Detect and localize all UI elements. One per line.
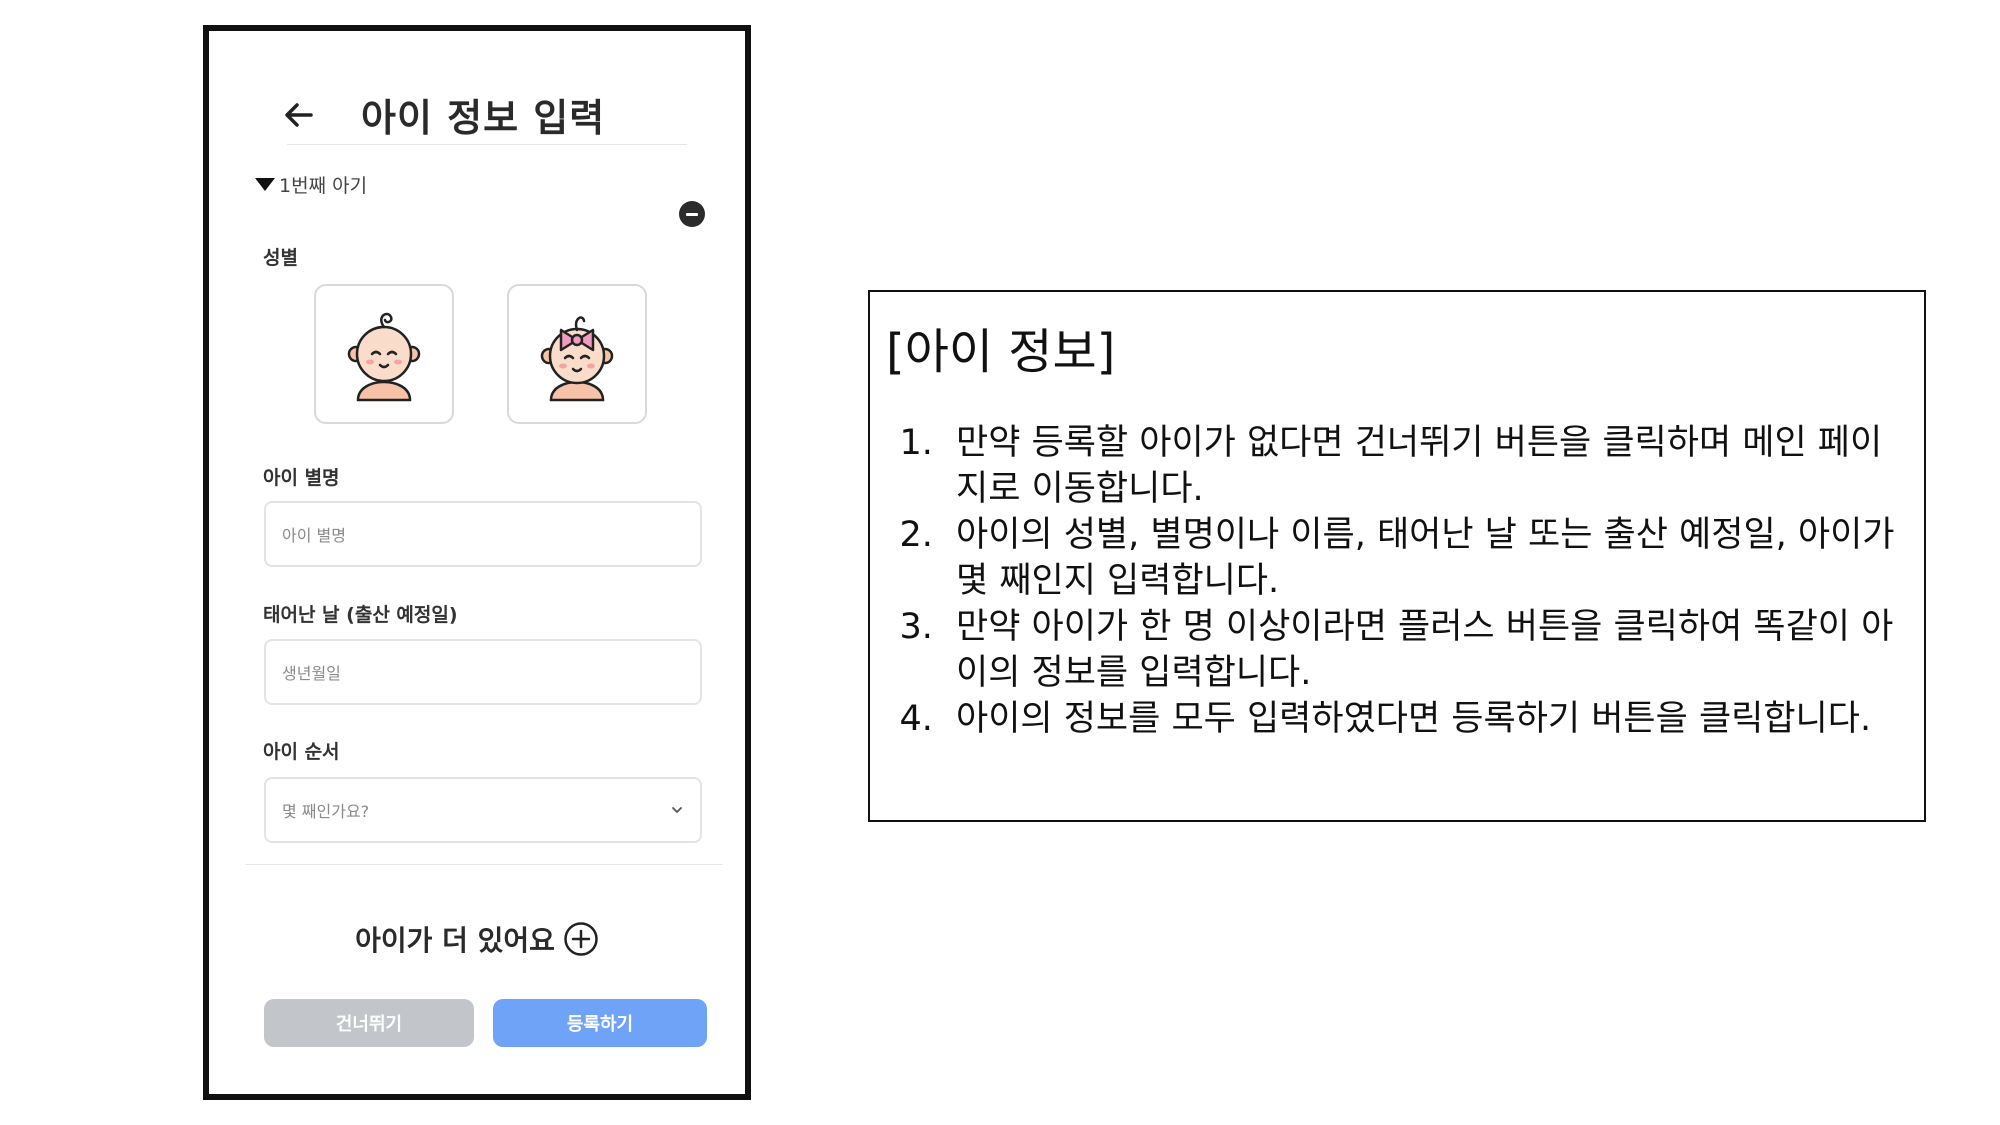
gender-label: 성별	[263, 247, 298, 269]
child-order-select[interactable]: 몇 째인가요?	[264, 777, 702, 843]
birth-date-label: 태어난 날 (출산 예정일)	[263, 604, 458, 626]
birth-date-input[interactable]: 생년월일	[264, 639, 702, 705]
plus-circle-icon[interactable]	[563, 921, 599, 957]
nickname-placeholder: 아이 별명	[282, 526, 346, 545]
instruction-item: 만약 아이가 한 명 이상이라면 플러스 버튼을 클릭하여 똑같이 아이의 정보…	[944, 604, 1908, 696]
instruction-panel: [아이 정보] 만약 등록할 아이가 없다면 건너뛰기 버튼을 클릭하며 메인 …	[868, 290, 1926, 822]
baby-boy-icon	[347, 312, 421, 402]
caret-down-icon	[255, 178, 275, 191]
app-header: 아이 정보 입력	[281, 87, 605, 142]
page-title: 아이 정보 입력	[361, 96, 606, 140]
back-arrow-icon[interactable]	[281, 97, 317, 133]
form-divider	[245, 864, 723, 865]
gender-girl-option[interactable]	[507, 284, 647, 424]
skip-button[interactable]: 건너뛰기	[264, 999, 474, 1047]
child-section-label: 1번째 아기	[279, 175, 368, 197]
chevron-down-icon	[672, 807, 682, 813]
instruction-title: [아이 정보]	[886, 324, 1116, 380]
header-divider	[287, 144, 687, 145]
phone-frame: 아이 정보 입력 1번째 아기 성별 아이 별명 아이 별명 태어난 날 (출산…	[203, 25, 751, 1100]
birth-date-placeholder: 생년월일	[282, 664, 341, 683]
nickname-label: 아이 별명	[263, 467, 340, 489]
child-section-toggle[interactable]: 1번째 아기	[255, 171, 367, 198]
gender-boy-option[interactable]	[314, 284, 454, 424]
instruction-item: 아이의 정보를 모두 입력하였다면 등록하기 버튼을 클릭합니다.	[944, 696, 1908, 742]
instruction-item: 아이의 성별, 별명이나 이름, 태어난 날 또는 출산 예정일, 아이가 몇 …	[944, 512, 1908, 604]
add-child-row: 아이가 더 있어요	[209, 919, 745, 959]
instruction-list: 만약 등록할 아이가 없다면 건너뛰기 버튼을 클릭하며 메인 페이지로 이동합…	[886, 420, 1908, 742]
instruction-item: 만약 등록할 아이가 없다면 건너뛰기 버튼을 클릭하며 메인 페이지로 이동합…	[944, 420, 1908, 512]
remove-child-button[interactable]	[679, 201, 705, 227]
nickname-input[interactable]: 아이 별명	[264, 501, 702, 567]
child-order-placeholder: 몇 째인가요?	[282, 802, 370, 821]
child-order-label: 아이 순서	[263, 741, 340, 763]
baby-girl-icon	[540, 316, 614, 402]
add-child-label: 아이가 더 있어요	[355, 924, 555, 957]
register-button[interactable]: 등록하기	[493, 999, 707, 1047]
